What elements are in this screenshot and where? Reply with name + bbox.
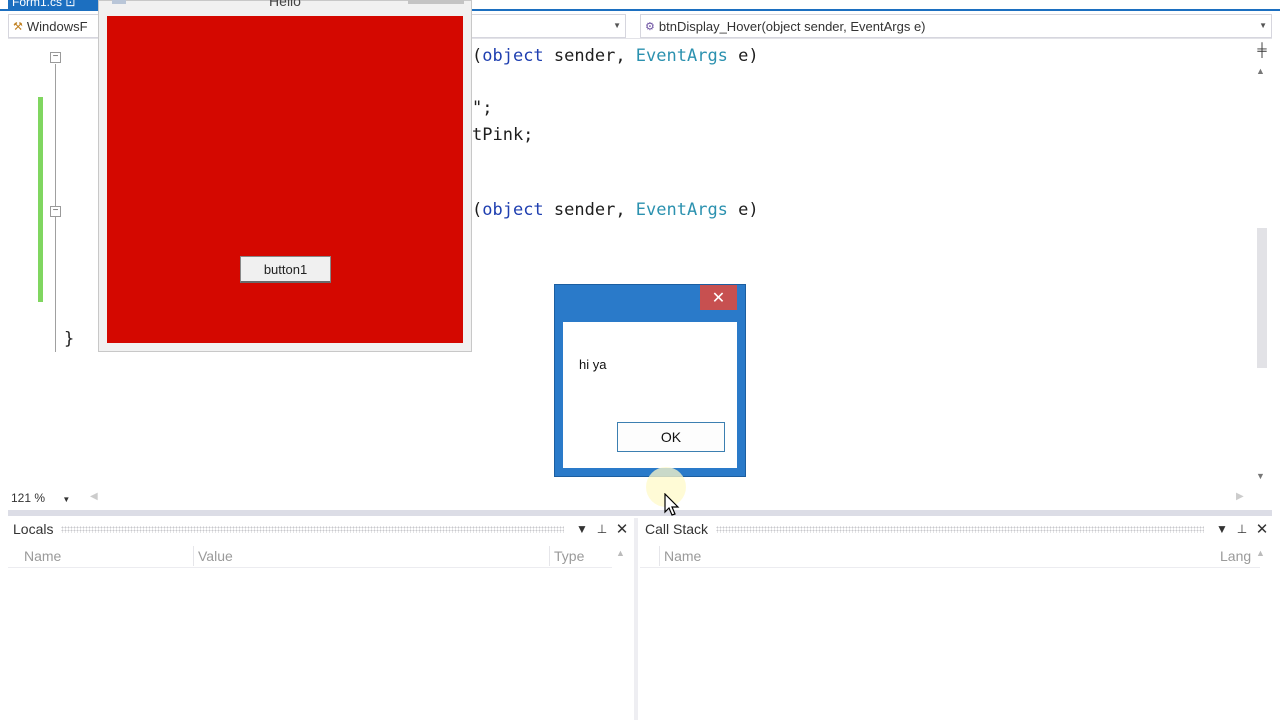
code-line[interactable]: (object sender, EventArgs e) bbox=[472, 46, 759, 66]
column-header-name[interactable]: Name bbox=[8, 546, 194, 566]
locals-panel: Locals ▼ ⊥ ✕ Name Value Type ▲ bbox=[8, 518, 632, 720]
class-icon: ⚒ bbox=[13, 20, 23, 33]
scroll-right-icon[interactable]: ▶ bbox=[1236, 491, 1244, 502]
sort-icon: ▲ bbox=[616, 548, 625, 558]
dropdown-icon[interactable]: ▼ bbox=[572, 522, 592, 536]
locals-title: Locals bbox=[13, 521, 54, 537]
collapse-icon[interactable]: − bbox=[50, 206, 61, 217]
scrollbar-thumb[interactable] bbox=[1257, 228, 1267, 368]
keyword: object bbox=[482, 200, 544, 220]
type-combo-value: WindowsF bbox=[26, 18, 88, 34]
call-stack-panel: Call Stack ▼ ⊥ ✕ Name Lang ▲ bbox=[640, 518, 1272, 720]
code-line[interactable]: (object sender, EventArgs e) bbox=[472, 200, 759, 220]
sort-icon: ▲ bbox=[1256, 548, 1265, 558]
button1[interactable]: button1 bbox=[240, 256, 331, 283]
column-header-value[interactable]: Value bbox=[194, 546, 550, 566]
panel-grip[interactable] bbox=[61, 525, 564, 533]
member-combo[interactable]: ⚙ btnDisplay_Hover(object sender, EventA… bbox=[640, 14, 1272, 38]
form-icon bbox=[112, 0, 126, 4]
close-icon[interactable]: ✕ bbox=[1252, 520, 1272, 538]
ok-button[interactable]: OK bbox=[617, 422, 725, 452]
pin-icon[interactable]: ⊥ bbox=[1232, 522, 1252, 536]
zoom-value: 121 % bbox=[11, 491, 46, 505]
type-name: EventArgs bbox=[635, 200, 728, 220]
locals-header: Locals ▼ ⊥ ✕ bbox=[8, 518, 632, 540]
header-divider bbox=[640, 567, 1260, 568]
pin-icon[interactable]: ⊡ bbox=[65, 0, 75, 9]
dropdown-icon[interactable]: ▼ bbox=[1212, 522, 1232, 536]
editor-status-row bbox=[8, 488, 1272, 510]
zoom-combo[interactable]: 121 % ▼ bbox=[8, 489, 84, 508]
change-tracking-bar bbox=[38, 97, 43, 302]
close-icon[interactable]: ✕ bbox=[700, 285, 737, 310]
panel-splitter[interactable] bbox=[8, 510, 1272, 516]
keyword: object bbox=[482, 46, 544, 66]
column-header-indicator bbox=[640, 546, 660, 566]
panel-grip[interactable] bbox=[716, 525, 1204, 533]
document-tab[interactable]: Form1.cs ⊡ bbox=[8, 0, 98, 11]
mouse-cursor-icon bbox=[664, 493, 680, 516]
method-icon: ⚙ bbox=[645, 20, 655, 33]
split-icon[interactable]: ╪ bbox=[1254, 42, 1270, 57]
column-header-name[interactable]: Name bbox=[660, 546, 1216, 566]
chevron-down-icon[interactable]: ▼ bbox=[1259, 21, 1267, 30]
call-stack-header: Call Stack ▼ ⊥ ✕ bbox=[640, 518, 1272, 540]
scroll-down-icon[interactable]: ▼ bbox=[1256, 471, 1265, 481]
code-text: sender, bbox=[543, 200, 636, 220]
code-text: sender, bbox=[543, 46, 636, 66]
code-line[interactable]: "; bbox=[472, 98, 492, 118]
chevron-down-icon[interactable]: ▼ bbox=[613, 21, 621, 30]
close-icon[interactable]: ✕ bbox=[612, 520, 632, 538]
hello-form-client-area bbox=[107, 16, 463, 343]
message-text: hi ya bbox=[579, 357, 607, 372]
code-text: e) bbox=[727, 200, 759, 220]
code-text: e) bbox=[727, 46, 759, 66]
pin-icon[interactable]: ⊥ bbox=[592, 522, 612, 536]
scroll-left-icon[interactable]: ◀ bbox=[90, 491, 98, 502]
column-header-language[interactable]: Lang bbox=[1216, 546, 1256, 566]
scroll-up-icon[interactable]: ▲ bbox=[1256, 66, 1265, 76]
column-header-type[interactable]: Type bbox=[550, 546, 626, 566]
document-tab-label: Form1.cs bbox=[12, 0, 63, 9]
collapse-icon[interactable]: − bbox=[50, 52, 61, 63]
type-name: EventArgs bbox=[635, 46, 728, 66]
member-combo-value: btnDisplay_Hover(object sender, EventArg… bbox=[658, 18, 926, 34]
panel-divider[interactable] bbox=[634, 518, 638, 720]
chevron-down-icon[interactable]: ▼ bbox=[62, 495, 70, 504]
closing-brace[interactable]: } bbox=[64, 329, 74, 349]
header-divider bbox=[8, 567, 612, 568]
close-button[interactable] bbox=[408, 0, 464, 4]
call-stack-title: Call Stack bbox=[645, 521, 709, 537]
code-line[interactable]: tPink; bbox=[472, 125, 533, 145]
